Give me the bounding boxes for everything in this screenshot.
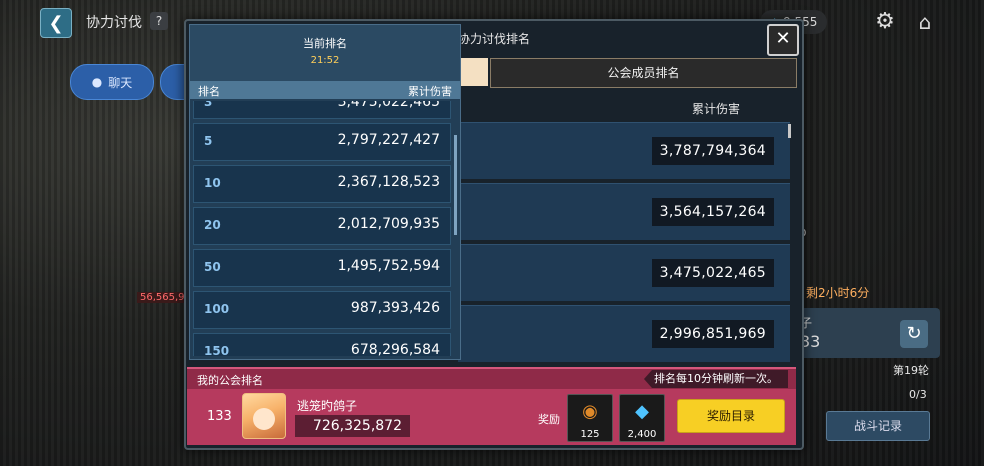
threshold-damage: 2,012,709,935 [337,216,440,232]
arrow-left-icon: ❮ [48,12,64,34]
rank-threshold-row: 150 678,296,584 [193,333,451,356]
page-title: 协力讨伐 [86,15,142,31]
reward-quantity: 125 [580,429,600,440]
threshold-rank: 3 [204,101,213,109]
medal-icon: ◉ [582,401,598,422]
popup-column-header: 排名 累计伤害 [190,81,460,99]
rank-threshold-row: 10 2,367,128,523 [193,165,451,203]
threshold-damage: 987,393,426 [350,300,440,316]
chat-button[interactable]: ● 聊天 [70,64,154,100]
threshold-rank: 10 [204,176,221,190]
threshold-damage: 3,475,022,465 [337,101,440,110]
threshold-rank: 20 [204,218,221,232]
time-left-text: 剩2小时6分 [806,286,870,300]
threshold-damage: 1,495,752,594 [337,258,440,274]
attempt-count: 0/3 [909,388,927,401]
ranking-row[interactable]: 3,787,794,364 [458,122,790,179]
rank-threshold-list: 3 3,475,022,465 5 2,797,227,427 10 2,367,1… [193,101,451,356]
my-guild-rank: 133 [207,409,232,424]
my-guild-damage: 726,325,872 [295,415,410,437]
column-header-damage: 累计伤害 [692,102,741,116]
battle-record-button[interactable]: 战斗记录 [826,411,930,441]
round-label: 第19轮 [893,364,929,377]
chat-label: 聊天 [108,75,133,90]
rank-threshold-row: 50 1,495,752,594 [193,249,451,287]
rank-threshold-row: 100 987,393,426 [193,291,451,329]
threshold-rank: 50 [204,260,221,274]
rank-threshold-row: 3 3,475,022,465 [193,101,451,119]
row-damage: 3,787,794,364 [651,137,774,165]
refresh-icon[interactable]: ↻ [900,320,928,348]
refresh-note: 排名每10分钟刷新一次。 [644,370,788,388]
my-guild-name: 逃笼旳鸽子 [297,399,358,413]
guild-avatar [242,393,286,439]
threshold-damage: 2,797,227,427 [337,132,440,148]
current-rank-popup: 当前排名 21:52 排名 累计伤害 3 3,475,022,465 5 2,79… [189,24,461,360]
threshold-damage: 2,367,128,523 [337,174,440,190]
threshold-damage: 678,296,584 [350,342,440,356]
help-button[interactable]: ? [150,12,168,30]
popup-title: 当前排名 [303,37,347,50]
ranking-list: 3,787,794,364 3,564,157,264 3,475,022,46… [458,122,790,366]
popup-header: 当前排名 21:52 [190,25,460,81]
row-damage: 2,996,851,969 [651,320,774,348]
reward-list-button[interactable]: 奖励目录 [677,399,785,433]
modal-title: 协力讨伐排名 [458,32,531,46]
column-header-damage: 累计伤害 [408,85,452,98]
diamond-icon: ◆ [635,401,649,422]
ranking-row[interactable]: 3,564,157,264 [458,183,790,240]
settings-gear-icon[interactable]: ⚙ [870,7,900,37]
popup-scrollbar[interactable] [454,135,457,235]
my-guild-header: 我的公会排名 排名每10分钟刷新一次。 [187,369,796,389]
popup-time: 21:52 [310,55,340,66]
my-guild-label: 我的公会排名 [197,374,263,387]
reward-item[interactable]: ◉ 125 [567,394,613,442]
ranking-scrollbar[interactable] [788,124,791,138]
chat-bubble-icon: ● [91,75,103,89]
column-header-rank: 排名 [198,85,220,98]
threshold-rank: 5 [204,134,213,148]
reward-item[interactable]: ◆ 2,400 [619,394,665,442]
row-damage: 3,564,157,264 [651,198,774,226]
tab-member-ranking[interactable]: 公会成员排名 [490,58,797,88]
rank-threshold-row: 5 2,797,227,427 [193,123,451,161]
row-damage: 3,475,022,465 [651,259,774,287]
reward-quantity: 2,400 [627,429,657,440]
back-button[interactable]: ❮ [40,8,72,38]
ranking-row[interactable]: 3,475,022,465 [458,244,790,301]
home-icon[interactable]: ⌂ [910,7,940,37]
my-guild-rank-bar: 我的公会排名 排名每10分钟刷新一次。 133 逃笼旳鸽子 726,325,87… [187,367,796,445]
ranking-row[interactable]: 2,996,851,969 [458,305,790,362]
close-button[interactable]: ✕ [767,24,799,56]
threshold-rank: 150 [204,344,230,356]
rank-threshold-row: 20 2,012,709,935 [193,207,451,245]
tab-guild-ranking[interactable] [458,58,488,86]
boss-hp-label: 56,565,9 [137,292,188,303]
threshold-rank: 100 [204,302,230,316]
reward-label: 奖励 [538,413,560,426]
